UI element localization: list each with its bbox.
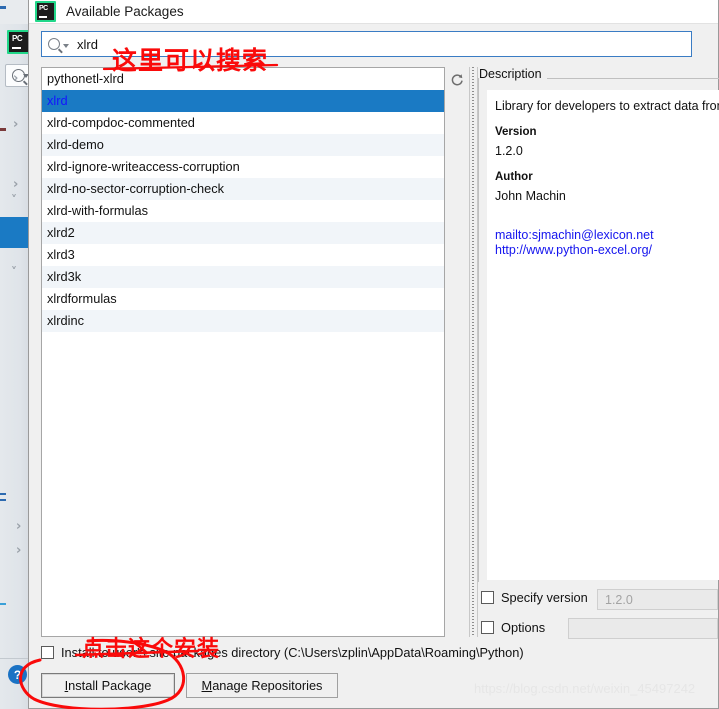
options-label: Options xyxy=(501,620,546,635)
user-site-dir-row: Install to user's site packages director… xyxy=(41,645,524,660)
package-list-item[interactable]: xlrd3 xyxy=(42,244,444,266)
description-home-link[interactable]: http://www.python-excel.org/ xyxy=(495,243,719,257)
package-list-item[interactable]: xlrd-demo xyxy=(42,134,444,156)
package-list-item[interactable]: xlrd xyxy=(42,90,444,112)
screen-root: PC › › › ˅ ˅ › › ? PC PC Avai xyxy=(0,0,719,709)
install-package-button[interactable]: Install Package xyxy=(41,673,175,698)
refresh-icon[interactable] xyxy=(449,72,465,88)
panel-splitter[interactable] xyxy=(469,67,478,637)
sidebar-marker-4 xyxy=(0,499,6,501)
package-list-item[interactable]: xlrdinc xyxy=(42,310,444,332)
package-list-item[interactable]: pythonetl-xlrd xyxy=(42,68,444,90)
splitter-grip xyxy=(471,67,476,637)
sidebar-chevron-right-4[interactable]: › xyxy=(16,520,21,533)
specify-version-checkbox[interactable] xyxy=(481,591,494,604)
package-list[interactable]: pythonetl-xlrd xlrd xlrd-compdoc-commented… xyxy=(41,67,445,637)
sidebar-chevron-right-3[interactable]: › xyxy=(13,178,18,191)
manage-repositories-button[interactable]: Manage Repositories xyxy=(186,673,338,698)
description-legend: Description xyxy=(479,67,547,81)
user-site-dir-checkbox[interactable] xyxy=(41,646,54,659)
sidebar-chevron-down-2[interactable]: ˅ xyxy=(11,266,17,278)
package-list-item[interactable]: xlrdformulas xyxy=(42,288,444,310)
description-author-heading: Author xyxy=(495,170,533,183)
specify-version-field[interactable]: 1.2.0 xyxy=(597,589,718,610)
options-checkbox[interactable] xyxy=(481,621,494,634)
sidebar-chevron-right-1[interactable]: › xyxy=(13,72,18,85)
description-mail-link[interactable]: mailto:sjmachin@lexicon.net xyxy=(495,228,719,242)
install-button-label: nstall Package xyxy=(68,678,152,693)
search-icon xyxy=(48,38,60,50)
description-content: Library for developers to extract data f… xyxy=(487,90,719,580)
sidebar-marker-1 xyxy=(0,6,6,9)
package-list-item[interactable]: xlrd-ignore-writeaccess-corruption xyxy=(42,156,444,178)
sidebar-marker-2 xyxy=(0,128,6,131)
specify-version-label: Specify version xyxy=(501,590,588,605)
sidebar-chevron-right-5[interactable]: › xyxy=(16,544,21,557)
options-row: Options xyxy=(481,620,545,635)
search-input-value: xlrd xyxy=(77,36,98,52)
user-site-dir-label: Install to user's site packages director… xyxy=(61,645,524,660)
description-version-value: 1.2.0 xyxy=(495,143,523,158)
specify-version-row: Specify version xyxy=(481,590,588,605)
specify-version-value: 1.2.0 xyxy=(605,592,633,607)
sidebar-marker-5 xyxy=(0,603,6,605)
package-list-item[interactable]: xlrd3k xyxy=(42,266,444,288)
description-group-border xyxy=(478,78,479,582)
description-author-value: John Machin xyxy=(495,188,566,203)
dialog-titlebar: PC Available Packages xyxy=(29,0,718,24)
search-input[interactable]: xlrd xyxy=(41,31,692,57)
sidebar-chevron-right-2[interactable]: › xyxy=(13,118,18,131)
description-panel: Description Library for developers to ex… xyxy=(478,67,719,582)
description-summary: Library for developers to extract data f… xyxy=(495,99,719,113)
dialog-title: Available Packages xyxy=(66,4,184,19)
sidebar-chevron-down-1[interactable]: ˅ xyxy=(11,194,17,206)
watermark: https://blog.csdn.net/weixin_45497242 xyxy=(474,681,696,696)
package-list-item[interactable]: xlrd-no-sector-corruption-check xyxy=(42,178,444,200)
sidebar-marker-3 xyxy=(0,493,6,495)
package-list-item[interactable]: xlrd-compdoc-commented xyxy=(42,112,444,134)
refresh-column xyxy=(446,67,469,637)
options-field[interactable] xyxy=(568,618,718,639)
search-dropdown-caret-icon[interactable] xyxy=(63,44,69,48)
help-icon[interactable]: ? xyxy=(8,665,27,684)
package-list-item[interactable]: xlrd2 xyxy=(42,222,444,244)
available-packages-dialog: PC Available Packages xlrd pythonetl-xlr… xyxy=(28,0,719,709)
description-version-heading: Version xyxy=(495,125,537,138)
package-list-item[interactable]: xlrd-with-formulas xyxy=(42,200,444,222)
pycharm-icon: PC xyxy=(35,1,56,22)
manage-button-label: anage Repositories xyxy=(212,678,323,693)
manage-button-mnemonic: M xyxy=(201,678,213,693)
